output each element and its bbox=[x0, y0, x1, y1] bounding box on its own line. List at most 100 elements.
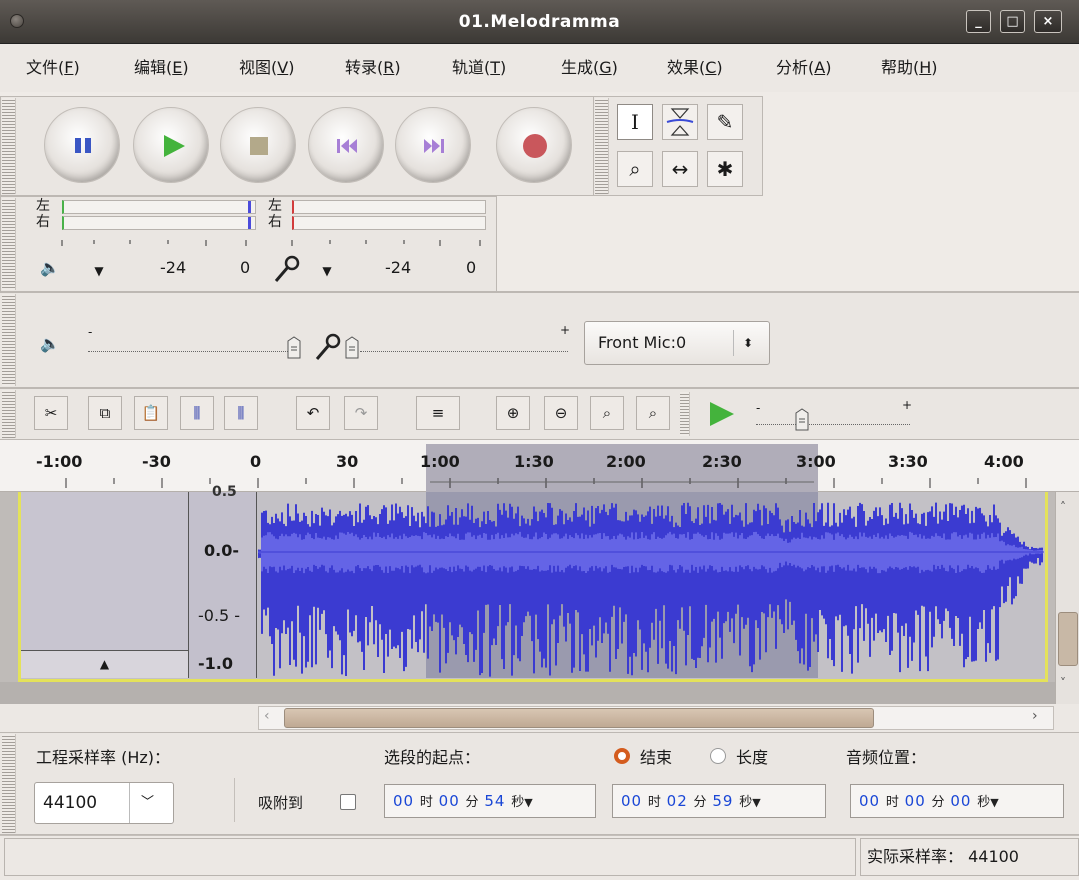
toolbar-grip[interactable] bbox=[2, 734, 16, 833]
toolbar-grip[interactable] bbox=[2, 198, 16, 290]
fit-project-button[interactable]: ⌕ bbox=[636, 396, 670, 430]
output-volume-slider[interactable] bbox=[88, 351, 294, 352]
skip-end-icon bbox=[424, 139, 444, 153]
input-device-select[interactable]: Front Mic:0 ⬍ bbox=[584, 321, 770, 365]
redo-icon: ↷ bbox=[354, 404, 368, 422]
play-button[interactable] bbox=[133, 107, 209, 183]
menu-help[interactable]: 帮助(H) bbox=[881, 44, 938, 92]
toolbar-grip[interactable] bbox=[2, 390, 16, 438]
triangle-up-icon: ▲ bbox=[99, 657, 110, 671]
skip-start-icon bbox=[337, 139, 357, 153]
ruler-label: 2:30 bbox=[702, 452, 742, 471]
ruler-label: 30 bbox=[336, 452, 359, 471]
skip-to-end-button[interactable] bbox=[395, 107, 471, 183]
slider-thumb[interactable] bbox=[344, 336, 360, 360]
trim-icon: ⫼ bbox=[193, 404, 201, 422]
menu-effect[interactable]: 效果(C) bbox=[667, 44, 723, 92]
scroll-up-icon[interactable]: ˄ bbox=[1060, 500, 1066, 514]
draw-tool[interactable]: ✎ bbox=[707, 104, 743, 140]
project-rate-value: 44100 bbox=[43, 793, 98, 813]
paste-button[interactable]: 📋 bbox=[134, 396, 168, 430]
menu-file[interactable]: 文件(F) bbox=[26, 44, 80, 92]
snap-to-checkbox[interactable] bbox=[340, 794, 356, 810]
vertical-scrollbar[interactable] bbox=[1055, 492, 1079, 704]
play-at-speed-icon[interactable] bbox=[706, 400, 736, 428]
play-meter-menu-button[interactable]: ▼ bbox=[84, 264, 114, 284]
vertical-scroll-thumb[interactable] bbox=[1058, 612, 1078, 666]
scroll-down-icon[interactable]: ˅ bbox=[1060, 676, 1066, 690]
selection-end-field[interactable]: 00 时 02 分 59 秒▼ bbox=[612, 784, 826, 818]
project-rate-select[interactable]: 44100 ﹀ bbox=[34, 782, 174, 824]
cut-button[interactable]: ✂ bbox=[34, 396, 68, 430]
pause-icon bbox=[75, 138, 91, 153]
microphone-icon bbox=[274, 255, 300, 282]
empty-toolbar-area bbox=[497, 196, 1079, 292]
play-icon bbox=[164, 135, 185, 157]
menu-analyze[interactable]: 分析(A) bbox=[776, 44, 831, 92]
play-speed-slider[interactable] bbox=[756, 424, 910, 425]
copy-button[interactable]: ⧉ bbox=[88, 396, 122, 430]
pause-button[interactable] bbox=[44, 107, 120, 183]
stop-button[interactable] bbox=[220, 107, 296, 183]
selection-tool[interactable]: I bbox=[617, 104, 653, 140]
minimize-button[interactable]: _ bbox=[966, 10, 991, 33]
toolbar-grip[interactable] bbox=[680, 392, 690, 436]
end-radio-label: 结束 bbox=[640, 748, 673, 767]
paste-icon: 📋 bbox=[141, 404, 161, 422]
window-title: 01.Melodramma bbox=[458, 12, 621, 32]
menu-generate[interactable]: 生成(G) bbox=[561, 44, 618, 92]
end-radio[interactable] bbox=[614, 748, 630, 764]
collapse-track-button[interactable]: ▲ bbox=[21, 650, 189, 678]
scroll-right-icon[interactable]: › bbox=[1032, 708, 1038, 724]
audio-position-field[interactable]: 00 时 00 分 00 秒▼ bbox=[850, 784, 1064, 818]
input-volume-slider[interactable] bbox=[360, 351, 568, 352]
snap-to-label: 吸附到 bbox=[258, 794, 304, 812]
scroll-left-icon[interactable]: ‹ bbox=[264, 708, 270, 724]
waveform[interactable] bbox=[258, 492, 1044, 678]
pencil-icon: ✎ bbox=[716, 110, 734, 134]
selection-start-field[interactable]: 00 时 00 分 54 秒▼ bbox=[384, 784, 596, 818]
copy-icon: ⧉ bbox=[99, 404, 111, 422]
track-control-panel[interactable] bbox=[21, 492, 189, 650]
record-button[interactable] bbox=[496, 107, 572, 183]
undo-icon: ↶ bbox=[306, 404, 320, 422]
sync-lock-button[interactable]: ≡ bbox=[416, 396, 460, 430]
ruler-ticks bbox=[65, 478, 1027, 488]
maximize-button[interactable]: □ bbox=[1000, 10, 1025, 33]
record-icon bbox=[523, 134, 547, 158]
horizontal-scroll-thumb[interactable] bbox=[284, 708, 874, 728]
redo-button[interactable]: ↷ bbox=[344, 396, 378, 430]
slider-thumb[interactable] bbox=[794, 408, 810, 432]
close-button[interactable]: × bbox=[1034, 10, 1062, 33]
toolbar-grip[interactable] bbox=[2, 294, 16, 386]
rec-meter-right-label: 右 bbox=[268, 214, 282, 230]
multi-tool[interactable]: ✱ bbox=[707, 151, 743, 187]
zoom-in-button[interactable]: ⊕ bbox=[496, 396, 530, 430]
ruler-label: -30 bbox=[142, 452, 171, 471]
toolbar-grip[interactable] bbox=[595, 98, 609, 194]
toolbar-grip[interactable] bbox=[2, 98, 16, 194]
envelope-tool[interactable] bbox=[662, 104, 698, 140]
rec-meter-menu-button[interactable]: ▼ bbox=[312, 264, 342, 284]
fit-selection-icon: ⌕ bbox=[602, 404, 612, 422]
fit-project-icon: ⌕ bbox=[648, 404, 658, 422]
menu-tracks[interactable]: 轨道(T) bbox=[452, 44, 506, 92]
speed-slider-plus: + bbox=[902, 398, 913, 412]
trim-button[interactable]: ⫼ bbox=[180, 396, 214, 430]
time-shift-tool[interactable]: ↔ bbox=[662, 151, 698, 187]
menu-transport[interactable]: 转录(R) bbox=[345, 44, 401, 92]
length-radio[interactable] bbox=[710, 748, 726, 764]
zoom-tool[interactable]: ⌕ bbox=[617, 151, 653, 187]
rec-scale-max: 0 bbox=[466, 258, 477, 277]
menu-view[interactable]: 视图(V) bbox=[239, 44, 294, 92]
menu-edit[interactable]: 编辑(E) bbox=[134, 44, 189, 92]
undo-button[interactable]: ↶ bbox=[296, 396, 330, 430]
silence-button[interactable]: ⫼ bbox=[224, 396, 258, 430]
skip-to-start-button[interactable] bbox=[308, 107, 384, 183]
scissors-icon: ✂ bbox=[44, 404, 58, 422]
double-arrow-icon: ↔ bbox=[671, 157, 689, 181]
fit-selection-button[interactable]: ⌕ bbox=[590, 396, 624, 430]
rec-scale-min: -24 bbox=[385, 258, 412, 277]
zoom-out-button[interactable]: ⊖ bbox=[544, 396, 578, 430]
slider-thumb[interactable] bbox=[286, 336, 302, 360]
